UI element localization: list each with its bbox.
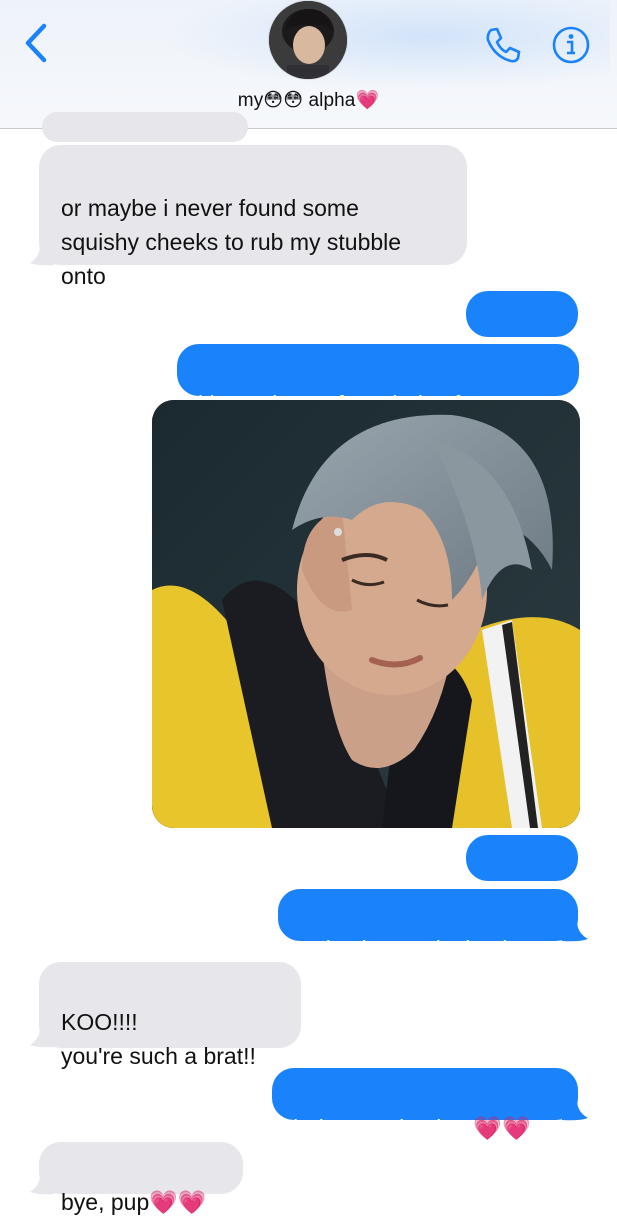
bubble-tail bbox=[562, 921, 588, 942]
message-bubble-sent[interactable]: today is your lucky day bbox=[278, 889, 578, 962]
message-bubble-sent[interactable]: GASP bbox=[466, 291, 578, 361]
avatar-photo bbox=[269, 1, 347, 79]
message-bubble-received[interactable]: KOO!!!! you're such a brat!! bbox=[39, 962, 301, 1069]
bubble-tail bbox=[30, 245, 54, 266]
message-text: today is your lucky day bbox=[299, 936, 532, 962]
attached-photo bbox=[152, 400, 580, 828]
message-text: KOO!!!! you're such a brat!! bbox=[61, 1009, 256, 1069]
bubble-tail bbox=[562, 1100, 588, 1121]
message-bubble-received[interactable]: or maybe i never found some squishy chee… bbox=[39, 145, 467, 289]
call-button[interactable] bbox=[482, 24, 524, 66]
info-icon bbox=[552, 26, 590, 64]
details-button[interactable] bbox=[550, 24, 592, 66]
message-bubble-sent[interactable]: i have the perfect choice for you bbox=[177, 344, 579, 417]
contact-name[interactable]: my😳😳 alpha💗 bbox=[0, 88, 617, 112]
chevron-left-icon bbox=[25, 23, 47, 63]
conversation-header: my😳😳 alpha💗 bbox=[0, 0, 617, 129]
message-bubble-sent[interactable]: hehe now byebye💗💗 bbox=[272, 1068, 578, 1141]
bubble-tail bbox=[30, 1174, 54, 1195]
message-bubble-sent[interactable]: LOOK bbox=[466, 835, 578, 905]
message-text: or maybe i never found some squishy chee… bbox=[61, 195, 402, 289]
message-bubble-received-partial bbox=[42, 112, 248, 142]
message-bubble-received[interactable]: bye, pup💗💗 bbox=[39, 1142, 243, 1215]
header-backdrop bbox=[160, 0, 610, 90]
back-button[interactable] bbox=[18, 22, 58, 66]
contact-avatar[interactable] bbox=[269, 1, 347, 79]
message-text: bye, pup💗💗 bbox=[61, 1189, 207, 1215]
bubble-tail bbox=[30, 1027, 54, 1048]
phone-icon bbox=[486, 27, 521, 63]
photo-attachment[interactable] bbox=[152, 400, 580, 828]
message-text: hehe now byebye💗💗 bbox=[293, 1115, 531, 1141]
